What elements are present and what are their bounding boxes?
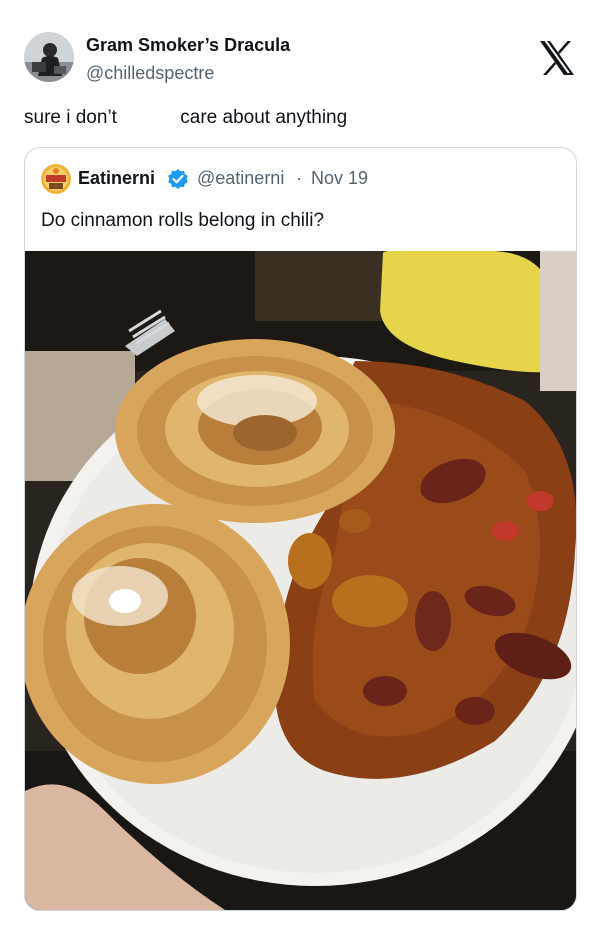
date-separator: · [296, 168, 302, 188]
author-name[interactable]: Gram Smoker’s Dracula [86, 35, 290, 56]
quoted-tweet[interactable]: Eatinerni @eatinerni · Nov 19 Do cinnamo… [24, 147, 577, 911]
quoted-tweet-text: Do cinnamon rolls belong in chili? [41, 210, 325, 231]
quoted-author-name[interactable]: Eatinerni [78, 168, 155, 189]
quoted-tweet-date[interactable]: Nov 19 [311, 168, 368, 189]
author-avatar[interactable] [24, 32, 74, 82]
quoted-author-handle[interactable]: @eatinerni [197, 168, 284, 189]
x-logo-icon[interactable] [537, 38, 577, 78]
tweet-text: sure i don’t care about anything [24, 107, 348, 128]
quoted-author-avatar[interactable] [41, 164, 71, 194]
tweet-photo[interactable] [25, 249, 576, 910]
author-handle[interactable]: @chilledspectre [86, 63, 214, 84]
verified-badge-icon [167, 168, 189, 190]
